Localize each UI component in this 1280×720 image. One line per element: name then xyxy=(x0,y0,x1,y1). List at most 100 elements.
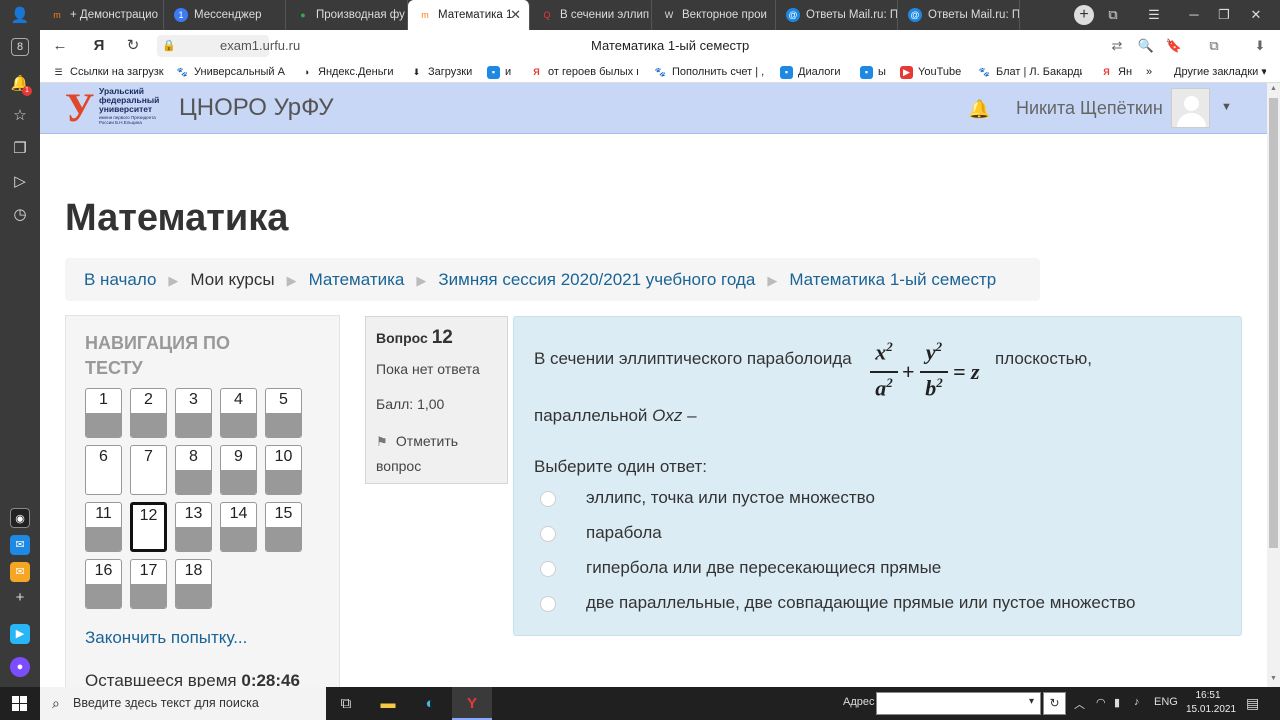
star-icon[interactable]: ☆ xyxy=(8,104,32,128)
edge-icon[interactable]: ◐ xyxy=(410,687,450,720)
bookmark-item[interactable]: ☰ Ссылки на загрузк xyxy=(52,64,164,81)
collections-icon[interactable]: ❐ xyxy=(8,137,32,161)
bookmark-item[interactable]: ▪ ы xyxy=(860,64,890,81)
question-nav-button[interactable]: 15 xyxy=(265,502,302,552)
answer-label[interactable]: две параллельные, две совпадающие прямые… xyxy=(586,593,1135,613)
bookmark-item[interactable]: ▪ и xyxy=(487,64,517,81)
scroll-thumb[interactable] xyxy=(1269,98,1278,548)
bookmark-icon[interactable]: 🔖 xyxy=(1165,37,1183,55)
bookmark-item[interactable]: Яот героев былых в xyxy=(530,64,638,81)
question-nav-button[interactable]: 13 xyxy=(175,502,212,552)
collections-icon[interactable]: ⧉ xyxy=(1205,37,1223,55)
url-text[interactable]: exam1.urfu.ru xyxy=(220,38,300,53)
question-nav-button[interactable]: 10 xyxy=(265,445,302,495)
reload-icon[interactable]: ↻ xyxy=(122,36,144,56)
battery-icon[interactable]: ▮ xyxy=(1114,696,1120,709)
tab-manager-icon[interactable]: ⧉ xyxy=(1095,0,1131,30)
bookmark-item[interactable]: ◑ Яндекс.Деньги xyxy=(300,64,400,81)
tab[interactable]: Q В сечении эллип xyxy=(530,0,652,30)
answer-radio[interactable] xyxy=(540,491,556,507)
new-tab-button[interactable]: + xyxy=(1074,5,1094,25)
bookmark-item[interactable]: ▪ Диалоги xyxy=(780,64,850,81)
breadcrumb-semester[interactable]: Математика 1-ый семестр xyxy=(789,270,996,289)
translate-icon[interactable]: ⇄ xyxy=(1108,37,1126,55)
answer-radio[interactable] xyxy=(540,526,556,542)
breadcrumb-math[interactable]: Математика xyxy=(309,270,405,289)
scroll-up-icon[interactable]: ▲ xyxy=(1269,85,1278,95)
tab[interactable]: 1 Мессенджер xyxy=(164,0,286,30)
question-nav-button[interactable]: 14 xyxy=(220,502,257,552)
mail-app-icon[interactable]: ✉ xyxy=(10,562,30,582)
answer-radio[interactable] xyxy=(540,561,556,577)
yandex-icon[interactable]: Я xyxy=(88,36,110,56)
reader-icon[interactable]: 🔍 xyxy=(1137,37,1155,55)
bookmark-item[interactable]: Я Ян xyxy=(1100,64,1138,81)
address-go-icon[interactable]: ↻ xyxy=(1043,692,1066,715)
back-icon[interactable]: ← xyxy=(49,36,71,56)
downloads-icon[interactable]: ⬇ xyxy=(1251,37,1269,55)
file-explorer-icon[interactable]: ▬ xyxy=(368,687,408,720)
notifications-bell-icon[interactable]: 🔔 xyxy=(968,99,990,120)
language-indicator[interactable]: ENG xyxy=(1154,696,1178,708)
question-nav-button[interactable]: 18 xyxy=(175,559,212,609)
menu-icon[interactable]: ☰ xyxy=(1136,0,1172,30)
finish-attempt-link[interactable]: Закончить попытку... xyxy=(85,628,247,648)
alice-app-icon[interactable]: ◉ xyxy=(10,508,30,528)
scroll-down-icon[interactable]: ▼ xyxy=(1269,675,1278,685)
clock[interactable]: 16:51 15.01.2021 xyxy=(1186,689,1236,717)
bookmark-item[interactable]: 🐾 Пополнить счет | , xyxy=(654,64,766,81)
bookmark-item[interactable]: ▶ YouTube xyxy=(900,64,970,81)
question-nav-button[interactable]: 1 xyxy=(85,388,122,438)
close-window-icon[interactable]: ✕ xyxy=(1238,0,1274,30)
volume-icon[interactable]: ♪ xyxy=(1134,696,1140,708)
history-icon[interactable]: ◷ xyxy=(8,203,32,227)
other-bookmarks[interactable]: Другие закладки ▾ xyxy=(1156,64,1266,81)
tabs-count-icon[interactable]: 8 xyxy=(11,38,29,56)
question-nav-button[interactable]: 3 xyxy=(175,388,212,438)
breadcrumb-session[interactable]: Зимняя сессия 2020/2021 учебного года xyxy=(438,270,755,289)
action-center-icon[interactable]: ▤ xyxy=(1246,695,1259,712)
tab-active[interactable]: m Математика 1 ✕ xyxy=(408,0,530,30)
chevron-down-icon[interactable]: ▾ xyxy=(1029,696,1034,707)
answer-label[interactable]: эллипс, точка или пустое множество xyxy=(586,488,875,508)
question-nav-button[interactable]: 6 xyxy=(85,445,122,495)
tab[interactable]: ● Производная фу xyxy=(286,0,408,30)
question-nav-button[interactable]: 8 xyxy=(175,445,212,495)
windows-start-icon[interactable] xyxy=(0,687,40,720)
site-name[interactable]: ЦНОРО УрФУ xyxy=(179,94,334,122)
network-icon[interactable]: ◠ xyxy=(1096,696,1106,709)
question-nav-button[interactable]: 17 xyxy=(130,559,167,609)
breadcrumb-home[interactable]: В начало xyxy=(84,270,156,289)
yandex-browser-icon[interactable]: Y xyxy=(452,687,492,720)
bookmark-item[interactable]: 🐾 Универсальный А xyxy=(176,64,288,81)
answer-radio[interactable] xyxy=(540,596,556,612)
lock-icon[interactable]: 🔒 xyxy=(162,39,176,52)
question-nav-button[interactable]: 5 xyxy=(265,388,302,438)
answer-label[interactable]: гипербола или две пересекающиеся прямые xyxy=(586,558,941,578)
taskbar-search[interactable]: ⌕ Введите здесь текст для поиска xyxy=(40,687,326,720)
bookmark-item[interactable]: ⬇ Загрузки xyxy=(410,64,480,81)
question-nav-button[interactable]: 12 xyxy=(130,502,167,552)
flag-question-button[interactable]: ⚑ Отметить вопрос xyxy=(376,429,501,479)
tab[interactable]: W Векторное прои xyxy=(652,0,776,30)
play-icon[interactable]: ▷ xyxy=(8,170,32,194)
task-view-icon[interactable]: ⧉ xyxy=(326,687,366,720)
tab[interactable]: @ Ответы Mail.ru: П xyxy=(898,0,1020,30)
add-app-icon[interactable]: + xyxy=(8,586,32,610)
question-nav-button[interactable]: 7 xyxy=(130,445,167,495)
tray-chevron-icon[interactable]: ︿ xyxy=(1074,696,1085,712)
question-nav-button[interactable]: 4 xyxy=(220,388,257,438)
music-app-icon[interactable]: ▶ xyxy=(10,624,30,644)
restore-icon[interactable]: ❐ xyxy=(1206,0,1242,30)
tab[interactable]: @ Ответы Mail.ru: П xyxy=(776,0,898,30)
answer-label[interactable]: парабола xyxy=(586,523,662,543)
question-nav-button[interactable]: 16 xyxy=(85,559,122,609)
user-name[interactable]: Никита Щепёткин xyxy=(1016,98,1163,119)
tab[interactable]: m + Демонстрацио xyxy=(40,0,164,30)
urfu-logo[interactable]: У Уральский федеральный университет имен… xyxy=(65,85,169,131)
question-nav-button[interactable]: 9 xyxy=(220,445,257,495)
avatar[interactable] xyxy=(1171,88,1210,128)
close-tab-icon[interactable]: ✕ xyxy=(510,0,521,30)
bookmark-item[interactable]: 🐾 Блат | Л. Бакарди xyxy=(978,64,1082,81)
question-nav-button[interactable]: 11 xyxy=(85,502,122,552)
